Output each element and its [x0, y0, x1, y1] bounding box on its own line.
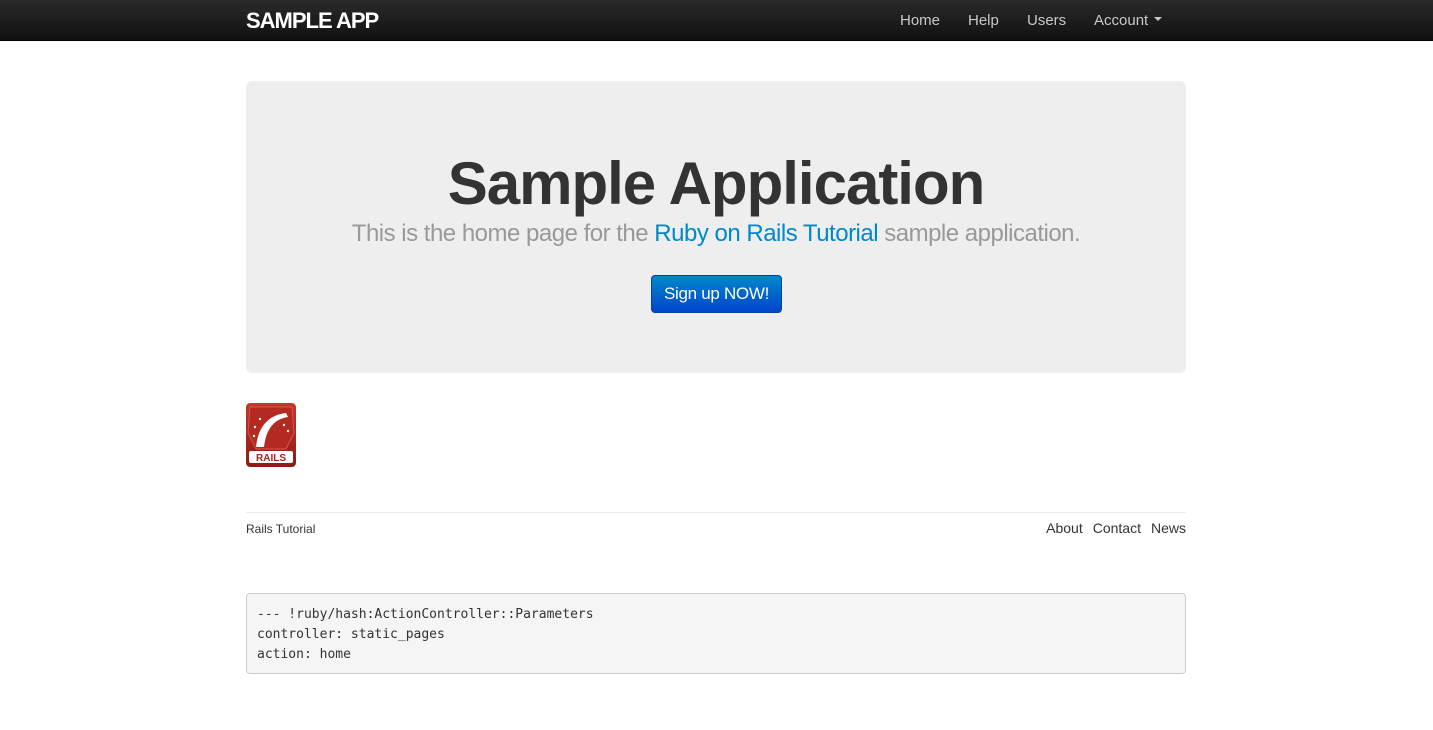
- nav-item-help[interactable]: Help: [968, 0, 999, 41]
- brand-logo-link[interactable]: SAMPLE APP: [246, 8, 379, 34]
- rails-logo-text: RAILS: [256, 453, 286, 464]
- footer-contact-link[interactable]: Contact: [1093, 520, 1141, 536]
- debug-line: controller: static_pages: [257, 627, 445, 642]
- footer-brand-text: Rails Tutorial: [246, 522, 316, 536]
- ruby-on-rails-tutorial-link[interactable]: Ruby on Rails Tutorial: [654, 220, 878, 247]
- nav-account-toggle[interactable]: Account: [1094, 0, 1163, 41]
- rails-logo-icon: RAILS: [246, 403, 296, 467]
- hero-unit: Sample Application This is the home page…: [246, 81, 1186, 373]
- footer-news-link[interactable]: News: [1151, 520, 1186, 536]
- nav-item-account-dropdown[interactable]: Account: [1094, 0, 1163, 41]
- nav-help-link[interactable]: Help: [968, 0, 999, 41]
- footer-nav: About Contact News: [1036, 520, 1186, 538]
- rails-logo-link[interactable]: RAILS: [246, 403, 296, 467]
- page-footer: Rails Tutorial About Contact News: [246, 512, 1186, 542]
- nav-item-home[interactable]: Home: [900, 0, 940, 41]
- debug-line: --- !ruby/hash:ActionController::Paramet…: [257, 607, 594, 622]
- hero-lead-suffix: sample application.: [878, 220, 1081, 247]
- hero-lead-prefix: This is the home page for the: [351, 220, 655, 247]
- hero-title: Sample Application: [447, 150, 986, 217]
- debug-line: action: home: [257, 647, 351, 662]
- hero-lead: This is the home page for the Ruby on Ra…: [246, 219, 1186, 249]
- nav-account-label: Account: [1094, 12, 1149, 29]
- debug-params-block: --- !ruby/hash:ActionController::Paramet…: [246, 593, 1186, 674]
- caret-down-icon: [1154, 17, 1163, 22]
- nav-item-users[interactable]: Users: [1027, 0, 1066, 41]
- signup-button[interactable]: Sign up NOW!: [651, 275, 782, 313]
- nav-home-link[interactable]: Home: [900, 0, 940, 41]
- top-navbar: SAMPLE APP Home Help Users Account: [0, 0, 1433, 41]
- footer-about-link[interactable]: About: [1046, 520, 1083, 536]
- nav-users-link[interactable]: Users: [1027, 0, 1066, 41]
